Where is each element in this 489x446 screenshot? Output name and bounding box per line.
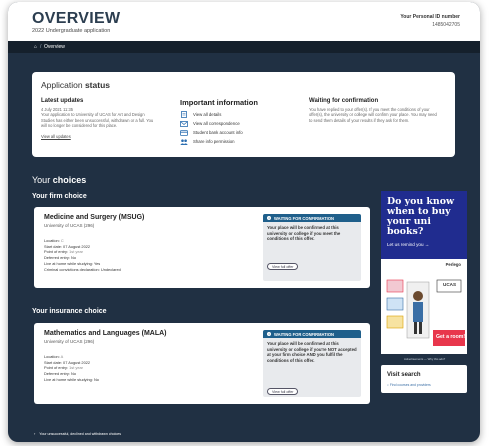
application-status-card: Application status Latest updates 4 July… (32, 72, 455, 157)
waiting-for-confirmation: Waiting for confirmation You have replie… (309, 98, 441, 123)
advert-brand: Perlego (445, 262, 461, 267)
visit-search-link[interactable]: ⌕ Find courses and providers (387, 383, 431, 387)
perlego-advert[interactable]: Do you know when to buy your uni books? … (381, 191, 467, 273)
view-full-offer-button[interactable]: View full offer (267, 388, 299, 395)
unsuccessful-choices-toggle[interactable]: › Your unsuccessful, declined and withdr… (34, 431, 121, 436)
personal-id-value: 1485042705 (432, 22, 460, 28)
unsuccessful-choices-label: Your unsuccessful, declined and withdraw… (39, 432, 122, 436)
get-a-room-advert[interactable]: UCAS Get a room! (381, 272, 467, 354)
university-name: University of UCAS (296) (44, 223, 95, 228)
course-title[interactable]: Mathematics and Languages (MALA) (44, 330, 167, 337)
ucas-logo: UCAS (443, 282, 457, 287)
mail-icon (180, 120, 188, 127)
page-header: OVERVIEW 2022 Undergraduate application … (8, 2, 480, 41)
status-label: WAITING FOR CONFIRMATION (274, 215, 334, 221)
detail-row: Criminal convictions declaration: Undecl… (44, 266, 121, 272)
status-message: Your place will be confirmed at this uni… (267, 341, 357, 363)
advert-headline: Get a room! (436, 334, 466, 340)
waiting-message: You have replied to your offer(s). If yo… (309, 107, 437, 123)
detail-row: Live at home while studying: No (44, 376, 99, 382)
visit-search-title: Visit search (387, 372, 421, 378)
home-icon[interactable]: ⌂ (34, 44, 37, 50)
latest-updates-heading: Latest updates (41, 98, 84, 104)
chevron-right-icon: › (34, 431, 36, 436)
breadcrumb-separator: / (40, 44, 42, 50)
view-all-updates-link[interactable]: View all updates (41, 134, 159, 139)
search-icon: ⌕ (387, 383, 389, 387)
card-icon (180, 129, 188, 136)
view-full-offer-button[interactable]: View full offer (267, 263, 299, 270)
course-title[interactable]: Medicine and Surgery (MSUG) (44, 214, 144, 221)
status-panel: i WAITING FOR CONFIRMATION Your place wi… (263, 330, 361, 397)
breadcrumb-current: Overview (44, 44, 65, 50)
status-panel: i WAITING FOR CONFIRMATION Your place wi… (263, 214, 361, 281)
page-title: OVERVIEW (32, 10, 121, 27)
info-item-label: View all correspondence (193, 121, 240, 126)
update-message: Your application to University of UCAS f… (41, 112, 154, 128)
status-message: Your place will be confirmed at this uni… (267, 225, 341, 242)
firm-choice-card: Medicine and Surgery (MSUG) University o… (34, 207, 370, 288)
important-info-heading: Important information (180, 98, 258, 107)
visit-search-card[interactable]: Visit search ⌕ Find courses and provider… (381, 365, 467, 393)
insurance-choice-heading: Your insurance choice (32, 308, 107, 315)
status-header: i WAITING FOR CONFIRMATION (263, 214, 361, 222)
info-icon: i (267, 332, 271, 336)
waiting-heading: Waiting for confirmation (309, 98, 379, 104)
status-header: i WAITING FOR CONFIRMATION (263, 330, 361, 338)
choices-heading: Your choices (32, 175, 87, 185)
page-subtitle: 2022 Undergraduate application (32, 28, 111, 34)
info-icon: i (267, 216, 271, 220)
info-item-label: Student bank account info (193, 130, 243, 135)
university-name: University of UCAS (296) (44, 339, 95, 344)
advert-cta[interactable]: Let us remind you → (387, 242, 429, 247)
firm-choice-heading: Your firm choice (32, 193, 87, 200)
info-item-label: View all details (193, 112, 222, 117)
info-item-details[interactable]: View all details (180, 110, 290, 119)
info-item-bank[interactable]: Student bank account info (180, 128, 290, 137)
app-window: OVERVIEW 2022 Undergraduate application … (8, 2, 480, 442)
important-information: Important information View all details V… (180, 98, 290, 146)
insurance-choice-card: Mathematics and Languages (MALA) Univers… (34, 323, 370, 404)
personal-id-label: Your Personal ID number (400, 14, 460, 20)
breadcrumb: ⌂ / Overview (8, 41, 480, 53)
course-details: Location: A Start date: 07 August 2022 P… (44, 354, 99, 383)
status-label: WAITING FOR CONFIRMATION (274, 331, 334, 337)
info-item-permission[interactable]: Share info permission (180, 137, 290, 146)
course-details: Location: C Start date: 07 August 2022 P… (44, 238, 121, 272)
info-item-correspondence[interactable]: View all correspondence (180, 119, 290, 128)
document-icon (180, 111, 188, 118)
latest-updates: Latest updates 4 July 2021 11:35 Your ap… (41, 98, 159, 139)
info-item-label: Share info permission (193, 139, 235, 144)
advert-caption[interactable]: Advertisements — Why this ads? (404, 357, 445, 361)
visit-search-link-label: Find courses and providers (389, 383, 431, 387)
status-title: Application status (41, 80, 110, 90)
advert-footer: Perlego (381, 259, 467, 273)
people-icon (180, 138, 188, 145)
advert-headline: Do you know when to buy your uni books? (387, 196, 455, 237)
